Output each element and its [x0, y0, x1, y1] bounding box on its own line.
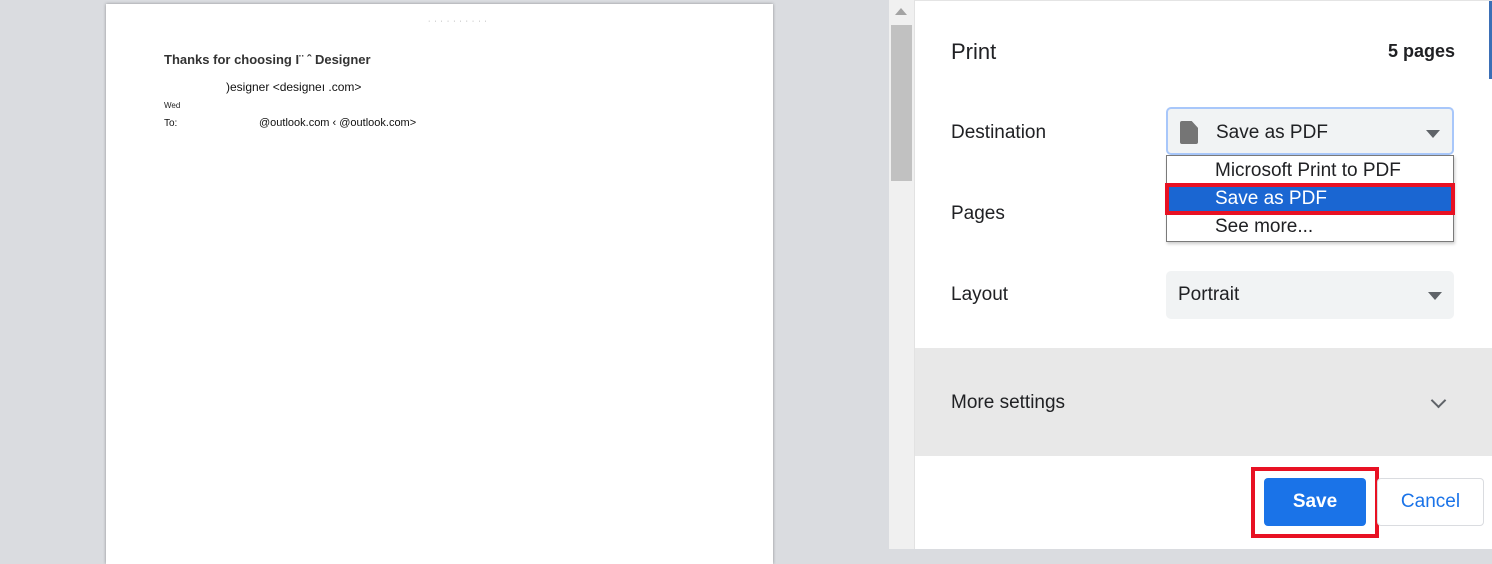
destination-label: Destination — [951, 122, 1047, 143]
layout-value: Portrait — [1178, 284, 1240, 305]
file-icon — [1180, 121, 1198, 144]
destination-option-microsoft-print-to-pdf[interactable]: Microsoft Print to PDF — [1167, 157, 1453, 185]
layout-select[interactable]: Portrait — [1166, 271, 1454, 319]
more-settings-toggle[interactable]: More settings — [915, 348, 1492, 456]
dropdown-caret-icon — [1428, 292, 1442, 300]
email-to-label: To: — [164, 118, 178, 129]
email-sender: )esigner <designeı .com> — [226, 80, 362, 94]
scrollbar-thumb[interactable] — [891, 25, 912, 181]
layout-label: Layout — [951, 284, 1009, 305]
pages-label: Pages — [951, 203, 1005, 224]
print-settings-panel: Print 5 pages Destination Save as PDF Mi… — [915, 0, 1492, 549]
more-settings-label: More settings — [951, 392, 1066, 413]
dropdown-caret-icon — [1426, 130, 1440, 138]
destination-option-save-as-pdf[interactable]: Save as PDF — [1165, 183, 1455, 215]
page-header-text: · · · · · · · · · · — [428, 18, 488, 25]
print-title: Print — [951, 39, 997, 64]
email-date: Wed — [164, 101, 181, 110]
cancel-button[interactable]: Cancel — [1377, 478, 1484, 526]
preview-scrollbar[interactable] — [889, 0, 915, 549]
destination-option-see-more[interactable]: See more... — [1167, 213, 1453, 241]
destination-value: Save as PDF — [1216, 122, 1328, 143]
scroll-up-arrow-icon[interactable] — [895, 8, 907, 15]
sheet-count: 5 pages — [1387, 41, 1455, 61]
chevron-down-icon — [1430, 392, 1447, 409]
preview-page: · · · · · · · · · · Thanks for choosing … — [106, 4, 773, 564]
save-button[interactable]: Save — [1264, 478, 1366, 526]
destination-select[interactable]: Save as PDF — [1166, 107, 1454, 155]
print-preview-area: · · · · · · · · · · Thanks for choosing … — [0, 0, 889, 564]
destination-dropdown-list: Microsoft Print to PDF Save as PDF See m… — [1165, 155, 1455, 242]
email-subject: Thanks for choosing I¨ ˆ Designer — [164, 52, 371, 67]
email-recipients: @outlook.com ‹ @outlook.com> — [259, 117, 417, 129]
